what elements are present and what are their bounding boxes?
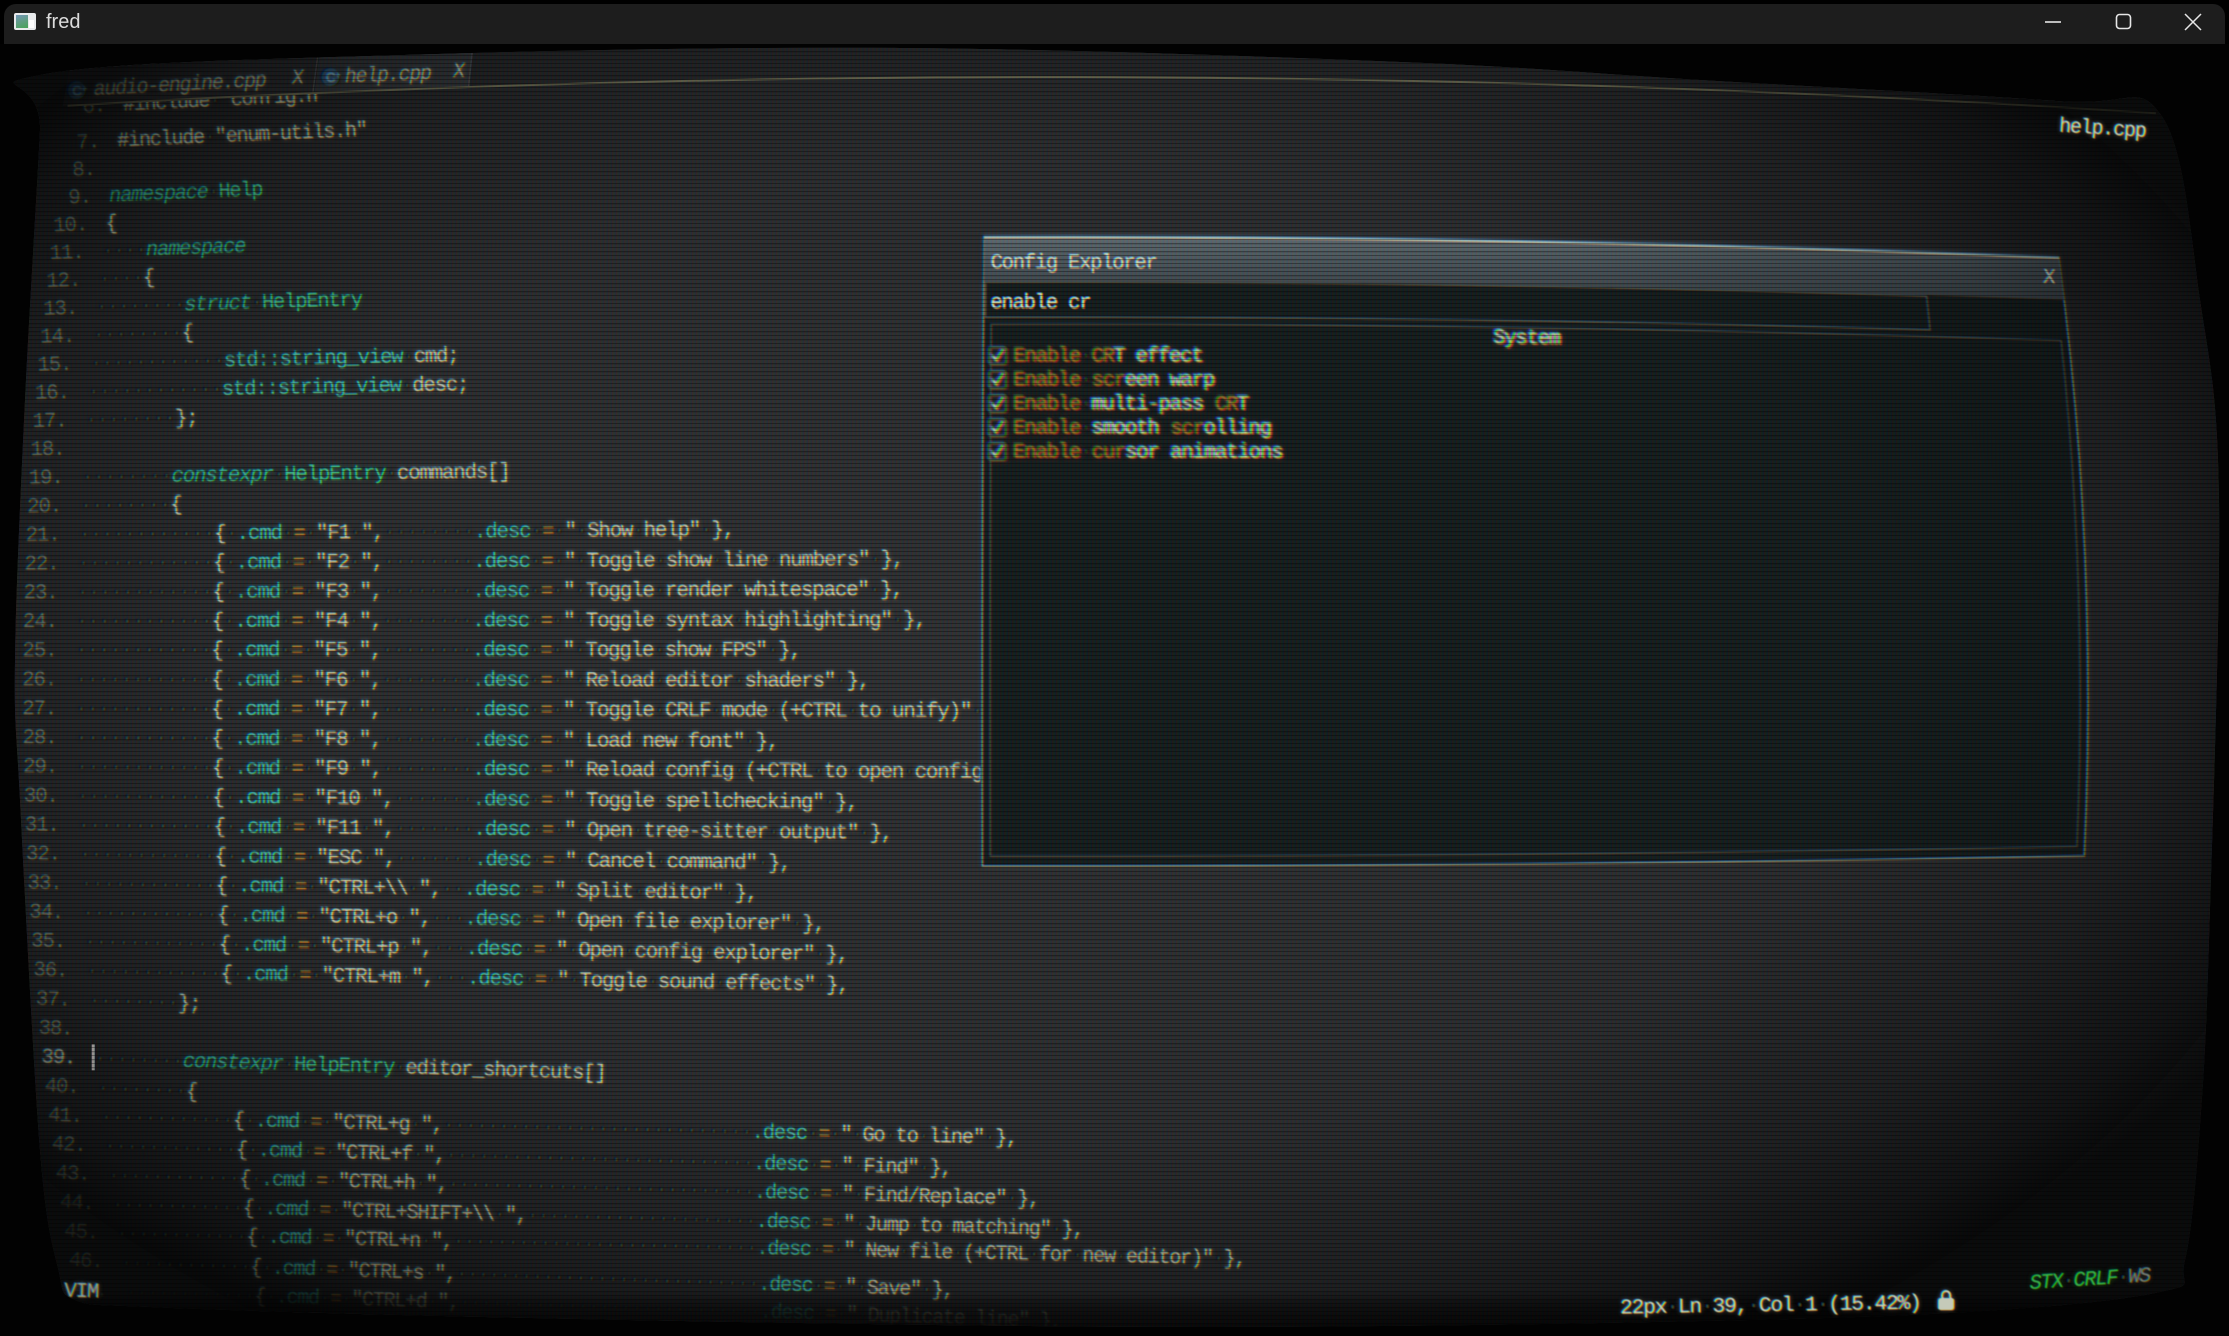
svg-text:22px·Ln·39,·Col·1·(15.42%): 22px·Ln·39,·Col·1·(15.42%) [1620, 1292, 1921, 1321]
